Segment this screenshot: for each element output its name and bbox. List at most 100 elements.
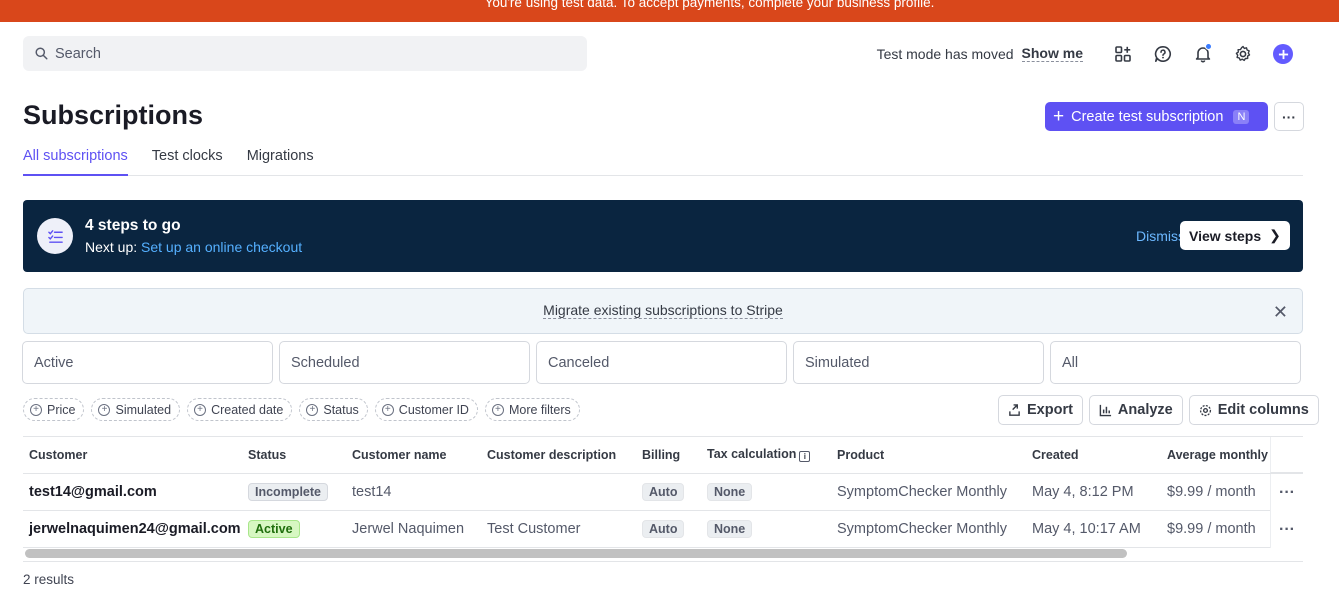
column-header-created[interactable]: Created	[1026, 437, 1161, 474]
horizontal-scrollbar[interactable]	[25, 549, 1127, 558]
column-header-tax-calculation[interactable]: Tax calculation i	[701, 437, 831, 474]
banner-text: You're using test data. To accept paymen…	[484, 0, 935, 10]
billing-badge: Auto	[642, 519, 685, 538]
row-more-button[interactable]: ···	[1270, 511, 1303, 548]
column-header-customer-description[interactable]: Customer description	[481, 437, 636, 474]
status-card-scheduled[interactable]: Scheduled	[279, 341, 530, 384]
filter-pills: + Price + Simulated + Created date + Status …	[23, 398, 587, 421]
table-row[interactable]: test14@gmail.com Incomplete test14 Auto …	[23, 473, 1303, 511]
steps-next-up: Next up: Set up an online checkout	[85, 239, 302, 255]
export-button[interactable]: Export	[998, 395, 1083, 425]
info-icon[interactable]: i	[799, 451, 811, 463]
cell-customer[interactable]: jerwelnaquimen24@gmail.com	[23, 510, 242, 548]
column-header-product[interactable]: Product	[831, 437, 1026, 474]
tax-badge: None	[707, 519, 753, 538]
column-header-billing[interactable]: Billing	[636, 437, 701, 474]
set-up-checkout-link[interactable]: Set up an online checkout	[141, 239, 302, 255]
column-header-customer-name[interactable]: Customer name	[346, 437, 481, 474]
filter-label: More filters	[508, 402, 571, 417]
filter-customer-id[interactable]: + Customer ID	[374, 398, 478, 421]
test-mode-text: Test mode has moved	[876, 46, 1014, 62]
dismiss-link[interactable]: Dismiss	[1136, 228, 1185, 244]
results-count: 2 results	[23, 572, 75, 587]
notifications-button[interactable]	[1183, 40, 1223, 68]
subscriptions-table: Customer Status Customer name Customer d…	[23, 436, 1303, 562]
divider	[23, 561, 1303, 562]
create-test-subscription-button[interactable]: + Create test subscription N	[1045, 102, 1268, 131]
status-card-canceled[interactable]: Canceled	[536, 341, 787, 384]
header-spacer	[1270, 437, 1303, 473]
edit-columns-label: Edit columns	[1217, 402, 1309, 418]
table-row[interactable]: jerwelnaquimen24@gmail.com Active Jerwel…	[23, 510, 1303, 548]
tab-all-subscriptions[interactable]: All subscriptions	[23, 148, 128, 176]
column-header-status[interactable]: Status	[242, 437, 346, 474]
cell-status: Active	[242, 510, 346, 548]
cell-customer[interactable]: test14@gmail.com	[23, 473, 242, 511]
create-button-label: Create test subscription	[1071, 108, 1224, 125]
gear-icon	[1199, 404, 1211, 416]
chevron-right-icon: ❯	[1269, 227, 1281, 243]
checklist-icon	[37, 218, 73, 254]
status-filter-cards: Active Scheduled Canceled Simulated All	[22, 341, 1301, 384]
gear-icon	[1235, 45, 1251, 62]
search-input[interactable]	[55, 45, 555, 62]
close-icon[interactable]: ✕	[1273, 303, 1288, 321]
plus-icon: +	[1053, 106, 1065, 127]
plus-circle-icon: +	[306, 403, 319, 416]
filter-label: Simulated	[115, 402, 172, 417]
apps-button[interactable]	[1103, 40, 1143, 68]
status-badge: Active	[248, 519, 300, 538]
top-right-toolbar: Test mode has moved Show me	[877, 40, 1303, 68]
cell-billing: Auto	[636, 473, 701, 511]
notification-dot	[1205, 43, 1212, 50]
filter-simulated[interactable]: + Simulated	[91, 398, 181, 421]
cell-created: May 4, 8:12 PM	[1026, 473, 1161, 511]
status-card-simulated[interactable]: Simulated	[793, 341, 1044, 384]
shortcut-badge: N	[1233, 109, 1250, 124]
edit-columns-button[interactable]: Edit columns	[1188, 395, 1319, 425]
plus-circle-icon: +	[30, 403, 42, 416]
help-button[interactable]	[1143, 40, 1183, 68]
show-me-link[interactable]: Show me	[1021, 46, 1083, 62]
settings-button[interactable]	[1223, 40, 1263, 68]
filter-created-date[interactable]: + Created date	[187, 398, 293, 421]
status-card-active[interactable]: Active	[22, 341, 273, 384]
filter-label: Status	[323, 402, 359, 417]
plus-circle-icon: +	[381, 403, 394, 416]
cell-tax: None	[701, 510, 831, 548]
filter-more[interactable]: + More filters	[484, 398, 580, 421]
cell-product: SymptomChecker Monthly	[831, 510, 1026, 548]
setup-steps-banner: 4 steps to go Next up: Set up an online …	[23, 200, 1303, 272]
migrate-link[interactable]: Migrate existing subscriptions to Stripe	[543, 303, 783, 319]
view-steps-button[interactable]: View steps ❯	[1180, 221, 1290, 250]
filter-price[interactable]: + Price	[23, 398, 85, 421]
more-options-button[interactable]: ···	[1274, 102, 1304, 131]
plus-circle-icon: +	[194, 403, 207, 416]
filter-label: Customer ID	[398, 402, 469, 417]
view-steps-label: View steps	[1189, 227, 1262, 244]
tab-migrations[interactable]: Migrations	[247, 148, 314, 176]
test-data-banner: You're using test data. To accept paymen…	[0, 0, 1339, 22]
cell-billing: Auto	[636, 510, 701, 548]
export-label: Export	[1027, 402, 1073, 418]
tax-badge: None	[707, 482, 753, 501]
search-bar[interactable]	[23, 36, 587, 71]
create-new-button[interactable]	[1263, 40, 1303, 68]
tab-test-clocks[interactable]: Test clocks	[152, 148, 223, 176]
analyze-button[interactable]: Analyze	[1088, 395, 1183, 425]
steps-title: 4 steps to go	[85, 217, 181, 234]
cell-customer-name: Jerwel Naquimen	[346, 510, 481, 548]
page-title: Subscriptions	[23, 100, 204, 130]
table-header-row: Customer Status Customer name Customer d…	[23, 437, 1303, 474]
row-more-button[interactable]: ···	[1270, 474, 1303, 511]
plus-circle-icon	[1273, 44, 1293, 64]
column-header-customer[interactable]: Customer	[23, 437, 242, 474]
cell-customer-name: test14	[346, 473, 481, 511]
filter-status[interactable]: + Status	[299, 398, 368, 421]
cell-customer-description	[481, 473, 636, 511]
bar-chart-icon	[1099, 404, 1111, 416]
cell-status: Incomplete	[242, 473, 346, 511]
plus-circle-icon: +	[98, 403, 111, 416]
filter-label: Price	[47, 402, 76, 417]
status-card-all[interactable]: All	[1050, 341, 1301, 384]
